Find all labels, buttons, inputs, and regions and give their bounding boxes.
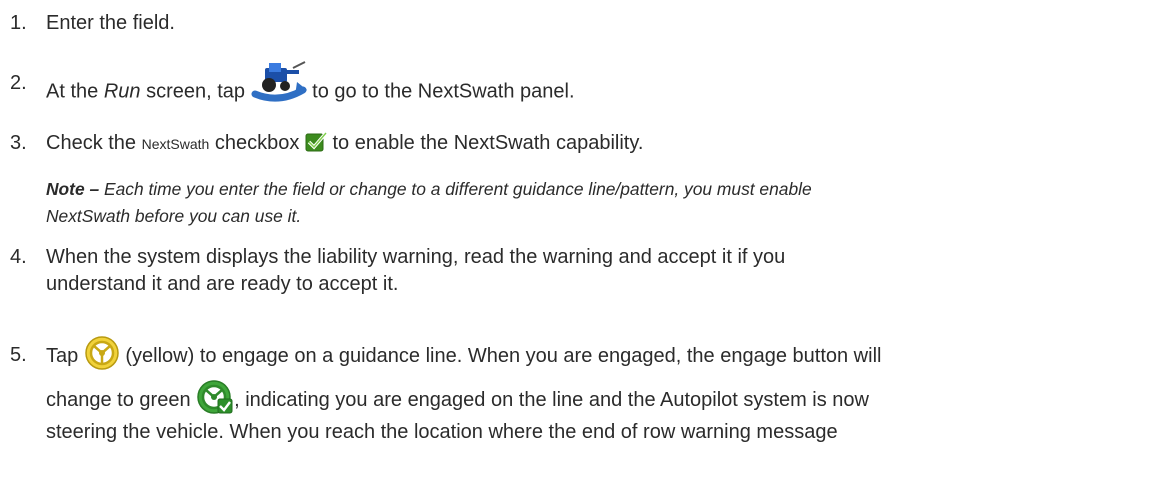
note-line-1: Each time you enter the field or change … <box>99 179 812 199</box>
step-text-line-1: When the system displays the liability w… <box>46 246 786 268</box>
step-text-post: (yellow) to engage on a guidance line. W… <box>119 345 882 367</box>
note-label: Note – <box>46 179 100 199</box>
step-text-post: to enable the NextSwath capability. <box>326 132 644 154</box>
step-number: 5. <box>10 344 27 366</box>
engage-green-icon[interactable] <box>196 379 234 415</box>
engage-yellow-icon[interactable] <box>84 335 120 371</box>
step-text-mid: checkbox <box>209 132 305 154</box>
step-number: 1. <box>10 12 27 34</box>
tractor-nextswath-icon[interactable] <box>251 60 307 104</box>
step-number: 4. <box>10 246 27 268</box>
step-text-pre: Check the <box>46 132 142 154</box>
step-text-line2-pre: change to green <box>46 389 197 411</box>
step-text-line-3: steering the vehicle. When you reach the… <box>46 421 838 443</box>
step-text-line2-post: , indicating you are engaged on the line… <box>234 389 869 411</box>
step-2: 2. At the Run screen, tap to go to the N… <box>0 59 1154 109</box>
step-number: 3. <box>10 132 27 154</box>
step-text-mid: screen, tap <box>140 80 251 103</box>
step-number: 2. <box>10 72 27 94</box>
step-text: Enter the field. <box>46 12 175 34</box>
nextswath-label: NextSwath <box>141 136 210 152</box>
step-text-pre: At the <box>46 80 104 103</box>
checkbox-checked-icon[interactable] <box>305 131 328 153</box>
step-text-line-2: understand it and are ready to accept it… <box>46 273 399 295</box>
step-text-pre: Tap <box>46 345 84 367</box>
note: Note – Each time you enter the field or … <box>46 176 1154 230</box>
note-line-2: NextSwath before you can use it. <box>46 206 302 226</box>
run-screen-name: Run <box>103 80 141 103</box>
step-text-post: to go to the NextSwath panel. <box>306 80 575 103</box>
